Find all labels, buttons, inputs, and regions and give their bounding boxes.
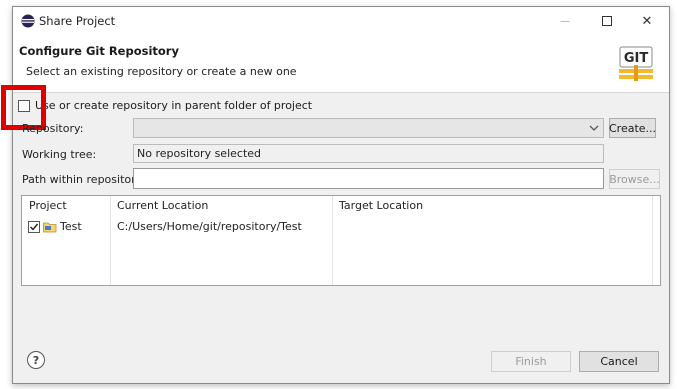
close-button[interactable]: ✕ (627, 7, 667, 35)
minimize-icon: — (560, 15, 570, 27)
share-project-dialog: Share Project — ✕ Configure Git Reposito… (1, 6, 670, 384)
working-tree-field: No repository selected (133, 144, 604, 163)
finish-button[interactable]: Finish (491, 351, 571, 372)
close-icon: ✕ (641, 13, 653, 29)
project-folder-icon (43, 222, 57, 232)
project-name: Test (60, 220, 82, 233)
projects-table: Project Current Location Target Location… (21, 195, 661, 286)
maximize-icon (602, 16, 612, 26)
use-parent-checkbox[interactable] (18, 99, 30, 112)
create-button[interactable]: Create... (609, 118, 656, 138)
minimize-button[interactable]: — (545, 7, 585, 35)
page-description: Select an existing repository or create … (26, 65, 297, 78)
checkmark-icon (30, 223, 39, 231)
working-tree-label: Working tree: (22, 148, 97, 161)
help-icon[interactable]: ? (27, 351, 45, 369)
git-logo-text: GIT (624, 51, 649, 66)
cancel-button[interactable]: Cancel (579, 351, 659, 372)
use-parent-row[interactable]: Use or create repository in parent folde… (18, 99, 312, 112)
column-divider (110, 196, 111, 285)
git-logo-icon: GIT (619, 46, 653, 81)
path-input[interactable] (133, 168, 604, 189)
path-label: Path within repository: (22, 173, 146, 186)
window-title: Share Project (39, 14, 116, 28)
column-header-target-location[interactable]: Target Location (339, 199, 423, 212)
maximize-button[interactable] (587, 7, 627, 35)
chevron-down-icon (589, 121, 599, 138)
repository-combo[interactable] (133, 118, 604, 138)
project-checkbox[interactable] (28, 220, 40, 233)
current-location-cell: C:/Users/Home/git/repository/Test (117, 220, 302, 233)
eclipse-icon (21, 14, 35, 28)
column-header-project[interactable]: Project (29, 199, 67, 212)
column-divider (332, 196, 333, 285)
column-divider (652, 196, 653, 285)
repository-label: Repository: (22, 122, 84, 135)
table-row[interactable]: Test (28, 220, 82, 233)
column-header-current-location[interactable]: Current Location (117, 199, 208, 212)
page-title: Configure Git Repository (19, 44, 179, 58)
use-parent-label: Use or create repository in parent folde… (35, 99, 313, 112)
browse-button[interactable]: Browse... (609, 169, 660, 189)
wizard-header: Configure Git Repository Select an exist… (13, 35, 669, 93)
title-bar: Share Project — ✕ (13, 7, 669, 35)
